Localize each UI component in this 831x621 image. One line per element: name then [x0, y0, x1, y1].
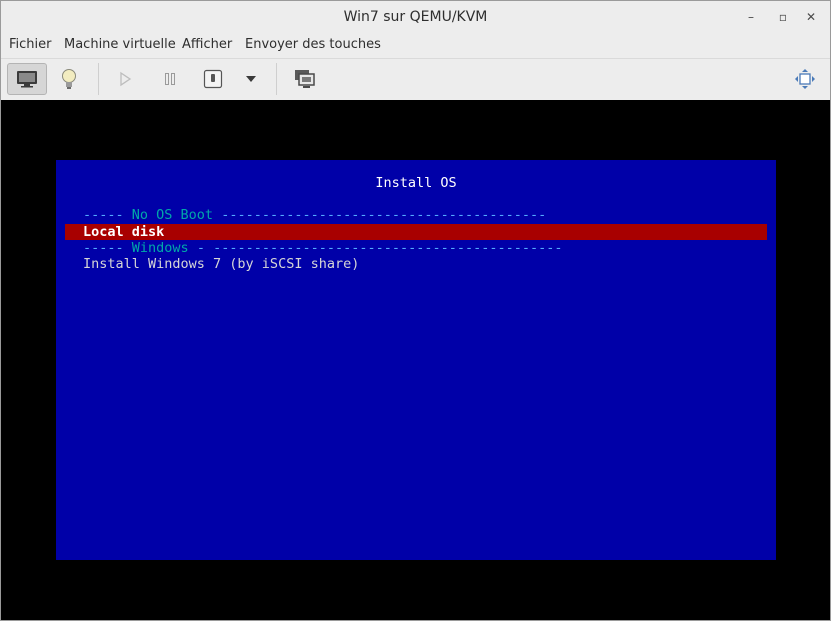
selected-item-highlight — [65, 224, 767, 240]
run-button[interactable] — [105, 63, 145, 95]
details-lightbulb-icon — [62, 69, 76, 89]
separator-prefix: ----- — [83, 240, 132, 256]
vm-display[interactable]: Install OS ----- No OS Boot ------------… — [1, 100, 830, 620]
maximize-button[interactable]: ▫ — [774, 9, 792, 25]
menu-fichier[interactable]: Fichier — [9, 37, 52, 52]
separator-prefix: ----- — [83, 207, 132, 223]
separator-label: No OS Boot — [131, 207, 214, 223]
menu-afficher[interactable]: Afficher — [182, 37, 232, 52]
minimize-button[interactable]: – — [742, 9, 760, 25]
boot-menu-title: Install OS — [375, 175, 457, 191]
pause-icon — [165, 73, 175, 85]
run-icon — [120, 71, 132, 87]
pause-button[interactable] — [150, 63, 190, 95]
separator-suffix: ---------------------------------------- — [213, 207, 547, 223]
snapshots-button[interactable] — [285, 63, 325, 95]
separator-label: Windows — [131, 240, 189, 256]
boot-item-install-windows[interactable]: Install Windows 7 (by iSCSI share) — [83, 256, 359, 272]
console-icon — [17, 71, 37, 88]
toolbar-separator — [98, 63, 99, 95]
boot-separator-windows: ----- Windows - ------------------------… — [83, 240, 563, 256]
shutdown-dropdown-button[interactable] — [233, 63, 269, 95]
vm-window: Win7 sur QEMU/KVM – ▫ ✕ Fichier Machine … — [0, 0, 831, 621]
boot-menu-panel: Install OS ----- No OS Boot ------------… — [56, 160, 776, 560]
fullscreen-icon — [795, 69, 815, 89]
console-button[interactable] — [7, 63, 47, 95]
title-bar[interactable]: Win7 sur QEMU/KVM – ▫ ✕ — [1, 1, 830, 33]
toolbar — [1, 58, 830, 101]
toolbar-separator — [276, 63, 277, 95]
menu-envoyer-des-touches[interactable]: Envoyer des touches — [245, 37, 381, 52]
fullscreen-button[interactable] — [785, 63, 825, 95]
menu-bar: Fichier Machine virtuelle Afficher Envoy… — [1, 33, 830, 58]
menu-machine-virtuelle[interactable]: Machine virtuelle — [64, 37, 176, 52]
window-title: Win7 sur QEMU/KVM — [343, 9, 488, 25]
details-button[interactable] — [49, 63, 89, 95]
boot-item-local-disk[interactable]: Local disk — [83, 224, 164, 240]
shutdown-button[interactable] — [193, 63, 233, 95]
boot-separator-no-os: ----- No OS Boot -----------------------… — [83, 207, 546, 223]
snapshots-icon — [295, 70, 315, 88]
separator-suffix: - --------------------------------------… — [188, 240, 563, 256]
shutdown-dropdown-icon — [246, 76, 256, 82]
shutdown-icon — [203, 69, 223, 89]
close-button[interactable]: ✕ — [802, 9, 820, 25]
